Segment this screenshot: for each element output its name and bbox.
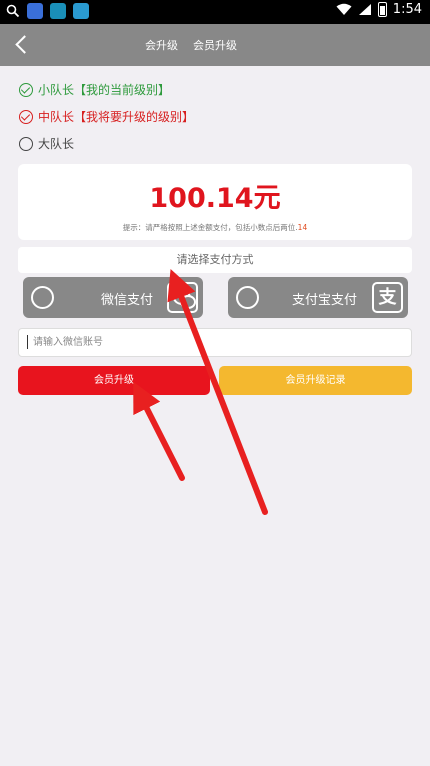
level-option-captain[interactable]: 大队长 bbox=[19, 135, 74, 152]
chevron-left-icon[interactable] bbox=[10, 33, 32, 57]
status-left bbox=[6, 3, 89, 19]
wechat-pay-label: 微信支付 bbox=[101, 293, 154, 308]
radio-circle-icon bbox=[19, 136, 33, 151]
nav-bar: 会升级 会员升级 bbox=[0, 24, 430, 66]
nav-title-left: 会升级 bbox=[145, 39, 178, 52]
alipay-icon: 支 bbox=[372, 282, 403, 313]
amount-card: 100.14元 提示：请严格按照上述金额支付，包括小数点后两位.14 bbox=[18, 164, 412, 240]
amount-hint: 提示：请严格按照上述金额支付，包括小数点后两位.14 bbox=[18, 222, 412, 233]
status-right: 1:54 bbox=[336, 2, 422, 17]
status-bar: 1:54 bbox=[0, 0, 430, 24]
hint-number: 14 bbox=[297, 223, 308, 232]
status-time: 1:54 bbox=[392, 2, 422, 17]
annotation-arrow bbox=[133, 381, 185, 481]
wechat-account-input[interactable] bbox=[18, 328, 412, 357]
checked-circle-icon bbox=[19, 82, 33, 97]
signal-icon bbox=[358, 4, 371, 15]
level-tag: 【我的当前级别】 bbox=[74, 83, 171, 97]
radio-circle-icon bbox=[31, 286, 54, 309]
upgrade-button[interactable]: 会员升级 bbox=[18, 366, 210, 395]
alipay-label: 支付宝支付 bbox=[292, 293, 358, 308]
checked-circle-icon bbox=[19, 109, 33, 124]
search-icon bbox=[6, 4, 20, 18]
level-name: 中队长 bbox=[38, 110, 75, 124]
amount-value: 100.14元 bbox=[149, 183, 281, 214]
payment-method-title: 请选择支付方式 bbox=[18, 247, 412, 273]
app-notification-icon bbox=[73, 3, 89, 19]
app-notification-icon bbox=[50, 3, 66, 19]
level-option-current[interactable]: 小队长 【我的当前级别】 bbox=[19, 81, 170, 98]
level-name: 小队长 bbox=[38, 83, 75, 97]
app-notification-icon bbox=[27, 3, 43, 19]
battery-icon bbox=[377, 2, 387, 17]
level-option-target[interactable]: 中队长 【我将要升级的级别】 bbox=[19, 108, 194, 125]
wifi-icon bbox=[336, 3, 352, 15]
upgrade-record-button[interactable]: 会员升级记录 bbox=[219, 366, 412, 395]
radio-circle-icon bbox=[236, 286, 259, 309]
alipay-button[interactable]: 支付宝支付 支 bbox=[228, 277, 408, 318]
level-tag: 【我将要升级的级别】 bbox=[74, 110, 195, 124]
nav-title: 会员升级 bbox=[193, 39, 237, 52]
wechat-icon bbox=[167, 282, 198, 313]
level-name: 大队长 bbox=[38, 137, 75, 151]
hint-text: 提示：请严格按照上述金额支付，包括小数点后两位. bbox=[122, 223, 298, 232]
wechat-pay-button[interactable]: 微信支付 bbox=[23, 277, 203, 318]
text-cursor bbox=[27, 335, 28, 349]
